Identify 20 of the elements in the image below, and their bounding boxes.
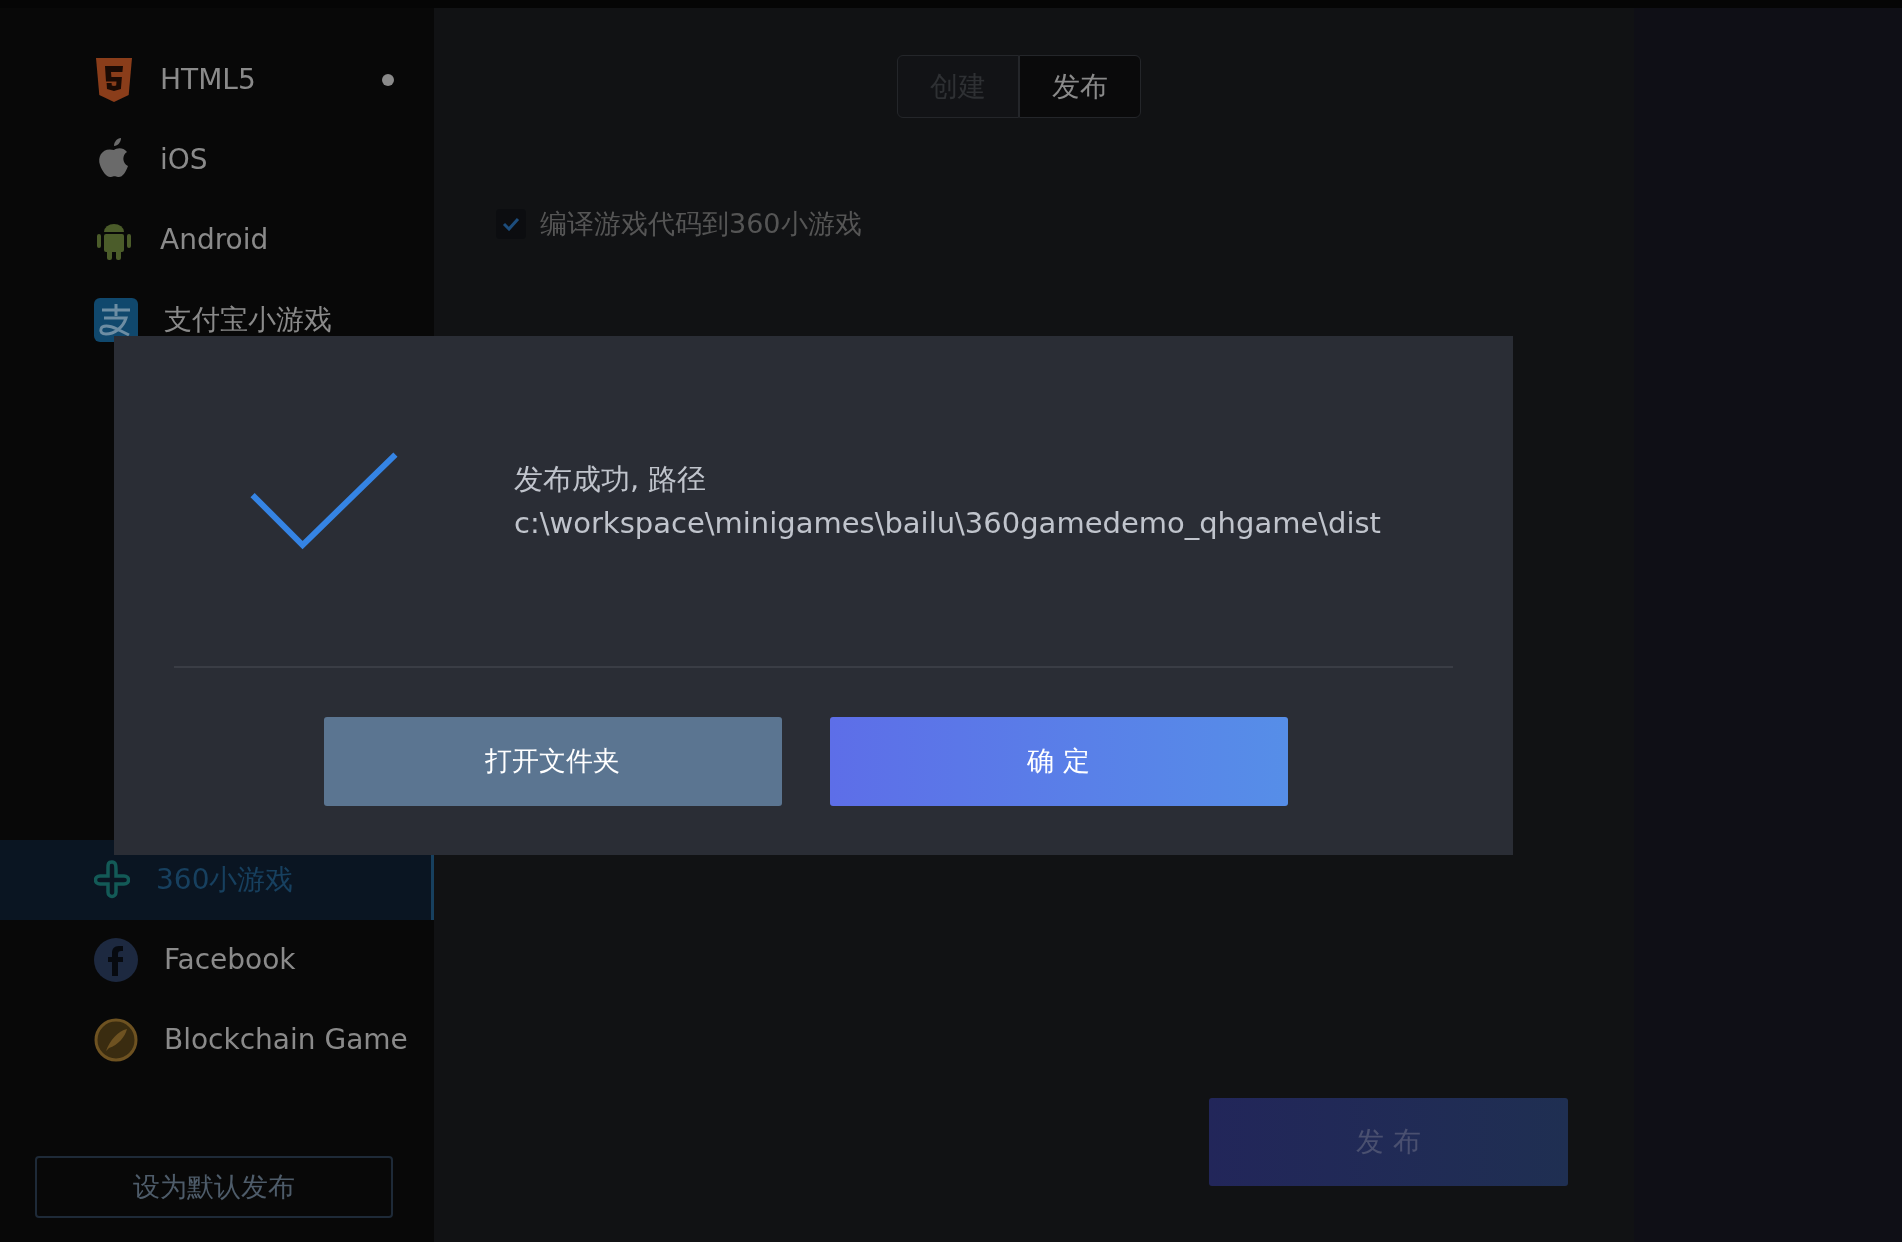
sidebar-item[interactable]: Android — [0, 200, 434, 280]
sidebar-item[interactable]: 支付宝小游戏 — [0, 280, 434, 360]
alipay-icon — [94, 298, 138, 342]
sidebar-item[interactable]: iOS — [0, 120, 434, 200]
sidebar-item[interactable]: HTML5 — [0, 40, 434, 120]
html5-icon — [94, 58, 134, 102]
checkbox-label: 编译游戏代码到360小游戏 — [540, 207, 862, 241]
check-icon — [249, 451, 399, 551]
path-text: c:\workspace\minigames\bailu\360gamedemo_qhgame\dist — [514, 505, 1381, 542]
feather-icon — [94, 1018, 138, 1062]
set-default-button[interactable]: 设为默认发布 — [35, 1156, 393, 1218]
confirm-button[interactable]: 确 定 — [829, 717, 1288, 806]
checkbox[interactable] — [496, 209, 526, 240]
check-icon — [502, 217, 520, 232]
sidebar-item[interactable]: Facebook — [0, 920, 434, 1000]
open-folder-button[interactable]: 打开文件夹 — [323, 717, 782, 806]
facebook-icon — [94, 938, 138, 982]
success-message: 发布成功, 路径 — [514, 461, 708, 498]
tab[interactable]: 发布 — [1019, 55, 1141, 118]
sidebar-item[interactable]: Blockchain Game — [0, 1000, 434, 1080]
